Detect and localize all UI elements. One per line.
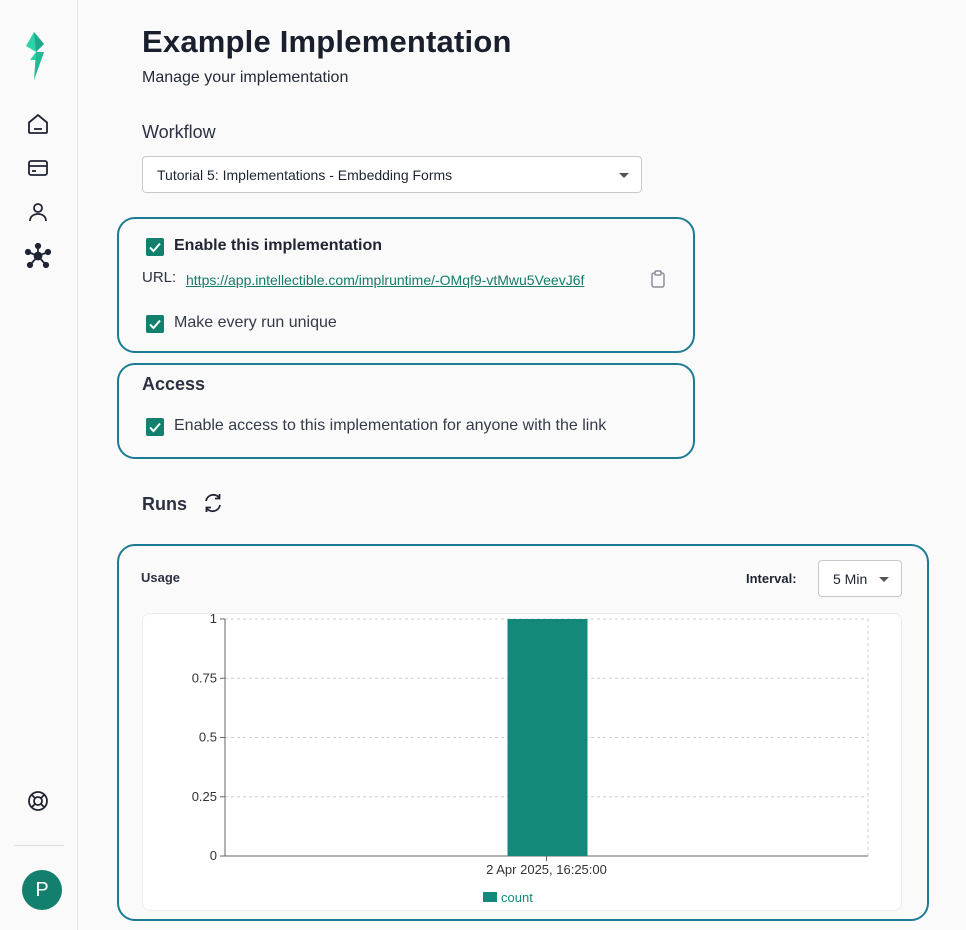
sidebar-divider <box>14 845 64 846</box>
legend-label: count <box>501 890 533 905</box>
enable-implementation-label: Enable this implementation <box>174 237 383 254</box>
checkmark-icon <box>149 242 161 253</box>
interval-label: Interval: <box>746 571 797 586</box>
workflow-selected-value: Tutorial 5: Implementations - Embedding … <box>157 166 453 183</box>
runs-title: Runs <box>142 494 187 514</box>
y-tick-label: 0.75 <box>192 670 217 685</box>
bar <box>507 619 588 856</box>
usage-label: Usage <box>141 570 181 585</box>
access-card: Access Enable access to this implementat… <box>117 363 695 459</box>
y-tick-label: 1 <box>210 614 217 626</box>
chevron-down-icon <box>879 577 889 582</box>
logo-icon <box>26 32 44 80</box>
user-icon[interactable] <box>24 198 52 226</box>
access-title: Access <box>142 374 206 394</box>
x-tick-label: 2 Apr 2025, 16:25:00 <box>486 862 607 877</box>
avatar[interactable]: P <box>22 870 62 910</box>
usage-chart-svg: 0 0.25 0.5 0.75 1 2 Apr 2025, 16:25:00 count <box>192 614 869 905</box>
y-tick-label: 0.25 <box>192 789 217 804</box>
page-subtitle: Manage your implementation <box>142 69 349 86</box>
link-access-label: Enable access to this implementation for… <box>174 417 607 434</box>
link-access-checkbox[interactable] <box>146 418 164 436</box>
legend-swatch <box>483 892 497 902</box>
usage-chart: 0 0.25 0.5 0.75 1 2 Apr 2025, 16:25:00 count <box>142 613 902 911</box>
main-content: Example Implementation Manage your imple… <box>78 0 966 930</box>
refresh-icon[interactable] <box>202 492 224 514</box>
help-lifebuoy-icon[interactable] <box>24 787 52 815</box>
implementation-card: Enable this implementation URL: https://… <box>117 217 695 353</box>
enable-implementation-checkbox[interactable] <box>146 238 164 256</box>
billing-icon[interactable] <box>24 154 52 182</box>
checkmark-icon <box>149 422 161 433</box>
chevron-down-icon <box>619 173 629 178</box>
unique-run-checkbox[interactable] <box>146 315 164 333</box>
y-tick-label: 0 <box>210 848 217 863</box>
interval-select[interactable]: 5 Min <box>818 560 902 597</box>
network-icon[interactable] <box>24 242 52 270</box>
implementation-url-link[interactable]: https://app.intellectible.com/implruntim… <box>186 272 584 288</box>
page-title: Example Implementation <box>142 24 512 59</box>
usage-card: Usage Interval: 5 Min 0 0.25 0.5 0.75 1 2 Apr… <box>117 544 929 921</box>
interval-value: 5 Min <box>833 570 868 587</box>
y-tick-label: 0.5 <box>199 730 217 745</box>
url-label: URL: <box>142 269 177 286</box>
workflow-label: Workflow <box>142 122 216 142</box>
home-icon[interactable] <box>24 110 52 138</box>
workflow-select[interactable]: Tutorial 5: Implementations - Embedding … <box>142 156 642 193</box>
checkmark-icon <box>149 319 161 330</box>
sidebar: P <box>0 0 78 930</box>
unique-run-label: Make every run unique <box>174 314 337 331</box>
copy-clipboard-icon[interactable] <box>650 270 666 288</box>
